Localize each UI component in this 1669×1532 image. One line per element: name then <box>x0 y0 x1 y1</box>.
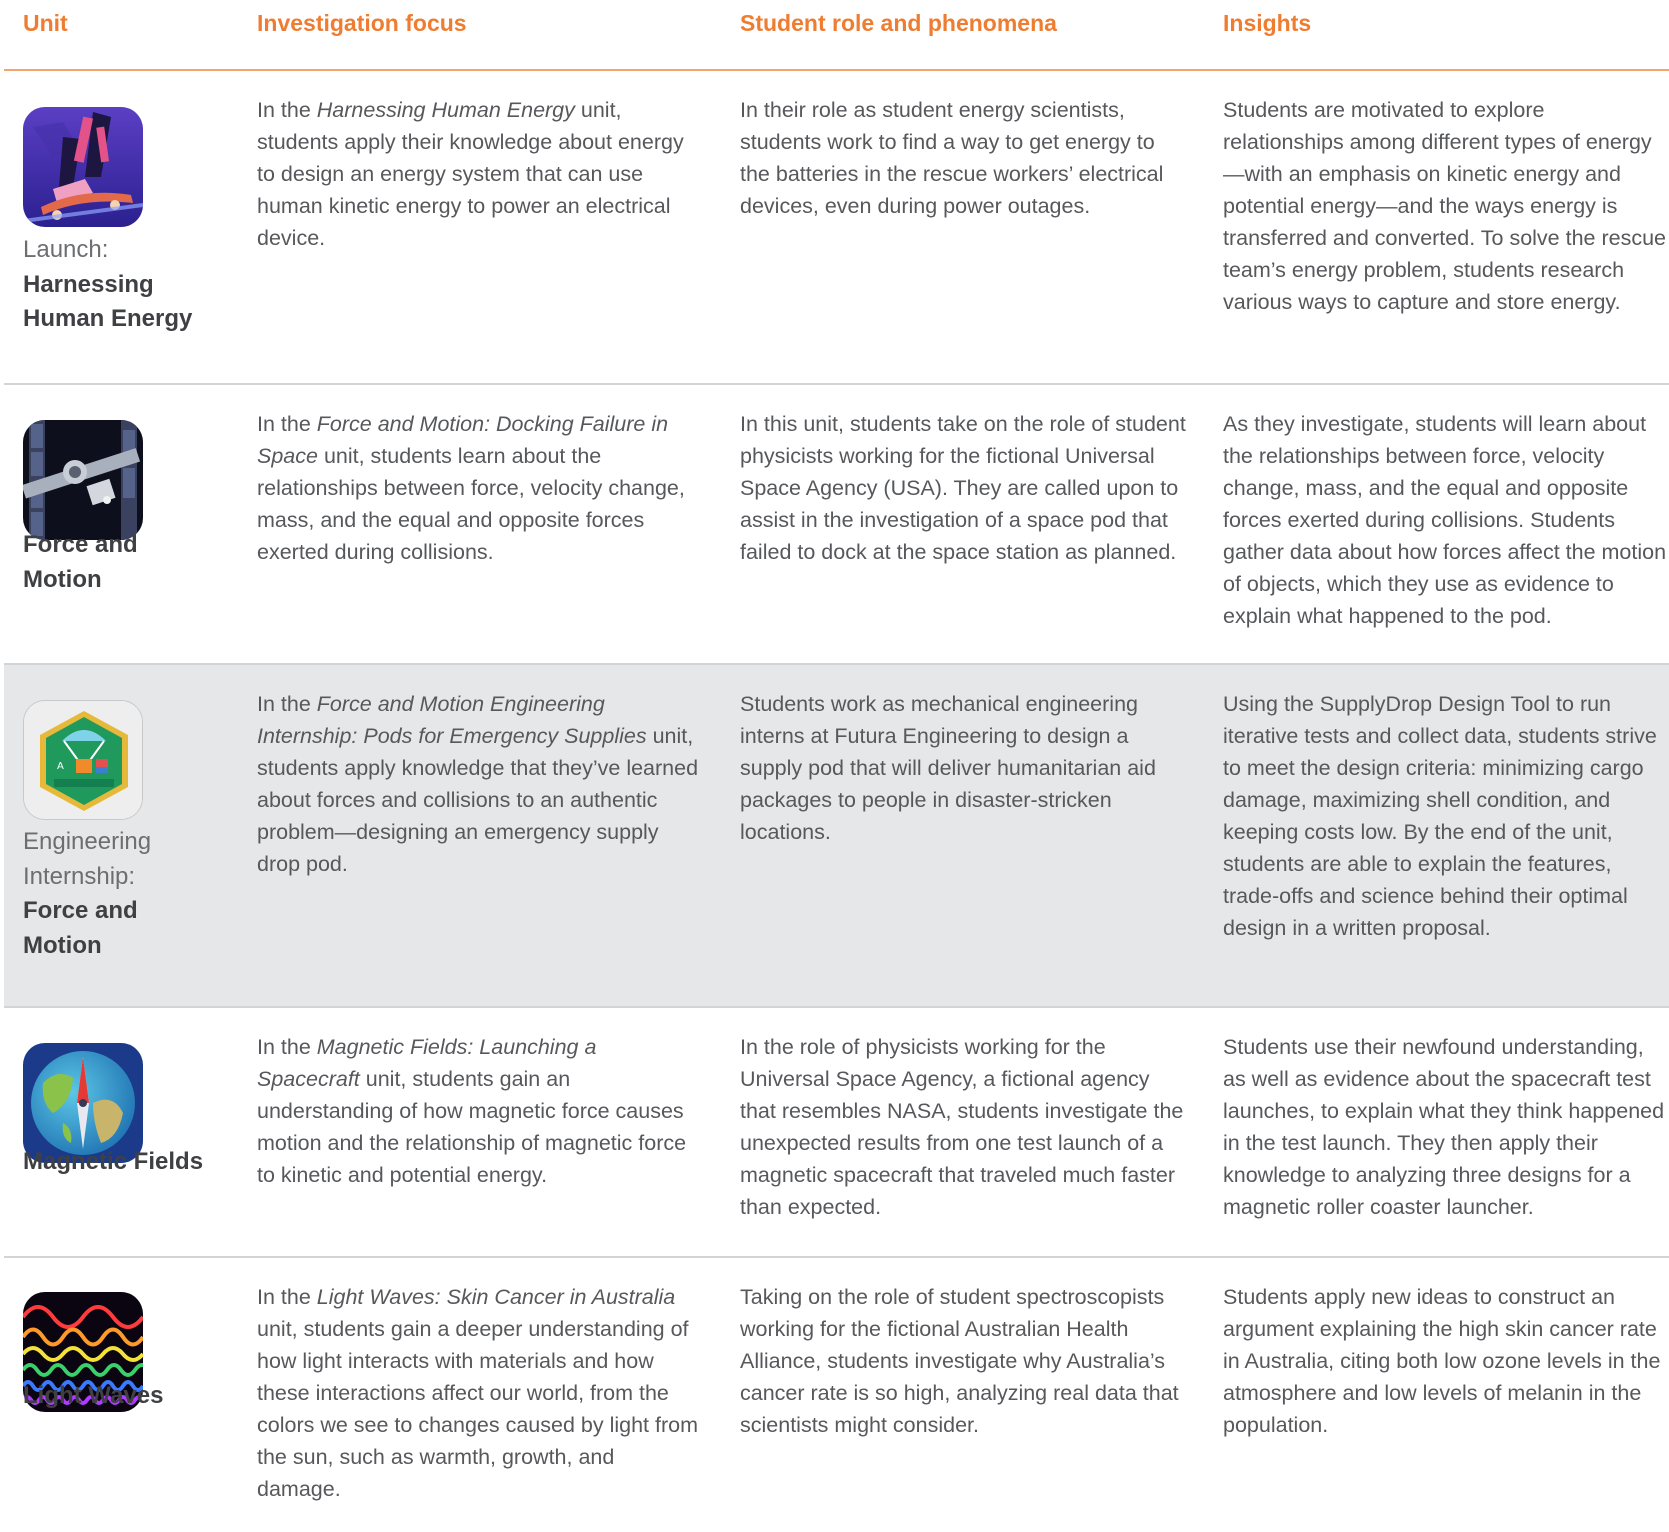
svg-text:A: A <box>57 761 64 772</box>
unit-name: Launch: Harnessing Human Energy <box>23 233 193 337</box>
insights: Students use their newfound understandin… <box>1223 1035 1665 1219</box>
investigation-focus: In the Force and Motion: Docking Failure… <box>257 412 685 564</box>
unit-title: Light Waves <box>23 1382 164 1409</box>
unit-prefix: Engineering Internship: <box>23 828 152 890</box>
unit-name: Force and Motion <box>23 528 143 597</box>
unit-title: Magnetic Fields <box>23 1148 204 1175</box>
insights: Students are motivated to explore relati… <box>1223 98 1666 314</box>
student-role: In the role of physicists working for th… <box>740 1035 1184 1219</box>
student-role: In this unit, students take on the role … <box>740 412 1186 564</box>
investigation-focus: In the Harnessing Human Energy unit, stu… <box>257 98 684 250</box>
header-student-role: Student role and phenomena <box>740 10 1057 36</box>
unit-name: Light Waves <box>23 1379 163 1414</box>
table-row: Magnetic Fields In the Magnetic Fields: … <box>4 1008 1669 1258</box>
table-header: Unit Investigation focus Student role an… <box>4 0 1669 71</box>
space-station-icon <box>23 420 143 540</box>
unit-title: Force and Motion <box>23 531 138 593</box>
table-row: A Engineering Internship: Force and Moti… <box>4 665 1669 1008</box>
unit-prefix: Launch: <box>23 236 109 263</box>
unit-title: Harnessing Human Energy <box>23 270 193 333</box>
insights: Students apply new ideas to construct an… <box>1223 1285 1661 1437</box>
header-unit: Unit <box>23 10 68 36</box>
investigation-focus: In the Force and Motion Engineering Inte… <box>257 692 699 876</box>
supply-drop-badge-icon: A <box>23 700 143 820</box>
unit-name: Magnetic Fields <box>23 1145 203 1180</box>
insights: Using the SupplyDrop Design Tool to run … <box>1223 692 1657 940</box>
student-role: Students work as mechanical engineering … <box>740 692 1156 844</box>
student-role: Taking on the role of student spectrosco… <box>740 1285 1179 1437</box>
table-row: Light Waves In the Light Waves: Skin Can… <box>4 1258 1669 1532</box>
unit-title: Force and Motion <box>23 897 138 959</box>
investigation-focus: In the Magnetic Fields: Launching a Spac… <box>257 1035 687 1187</box>
header-investigation-focus: Investigation focus <box>257 10 467 36</box>
student-role: In their role as student energy scientis… <box>740 98 1164 218</box>
skateboard-icon <box>23 107 143 227</box>
table-row: Launch: Harnessing Human Energy In the H… <box>4 71 1669 385</box>
insights: As they investigate, students will learn… <box>1223 412 1667 628</box>
header-insights: Insights <box>1223 10 1312 36</box>
investigation-focus: In the Light Waves: Skin Cancer in Austr… <box>257 1285 698 1501</box>
unit-name: Engineering Internship: Force and Motion <box>23 825 163 963</box>
table-row: Force and Motion In the Force and Motion… <box>4 385 1669 665</box>
